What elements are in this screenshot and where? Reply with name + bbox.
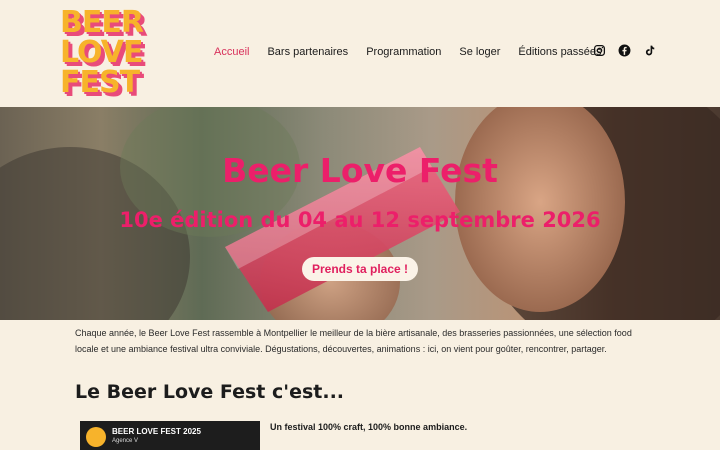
nav-item-accueil[interactable]: Accueil — [214, 46, 249, 58]
facebook-icon[interactable] — [618, 44, 631, 57]
video-title: BEER LOVE FEST 2025 — [112, 427, 201, 436]
instagram-icon[interactable] — [593, 44, 606, 57]
logo-line-2: LOVE — [60, 35, 143, 70]
video-embed[interactable]: BEER LOVE FEST 2025 Agence V — [80, 421, 260, 450]
nav-item-bars-partenaires[interactable]: Bars partenaires — [267, 46, 348, 58]
nav-item-editions-passees[interactable]: Éditions passées — [518, 46, 601, 58]
site-logo[interactable]: BEER LOVE FEST — [60, 8, 152, 100]
social-links — [593, 44, 656, 57]
tiktok-icon[interactable] — [643, 44, 656, 57]
logo-line-1: BEER — [60, 5, 144, 40]
video-channel: Agence V — [112, 438, 139, 444]
main-nav: Accueil Bars partenaires Programmation S… — [214, 46, 620, 58]
intro-paragraph: Chaque année, le Beer Love Fest rassembl… — [75, 328, 632, 354]
site-header: BEER LOVE FEST Accueil Bars partenaires … — [0, 0, 720, 107]
hero-subtitle: 10e édition du 04 au 12 septembre 2026 — [119, 208, 601, 232]
section-title: Le Beer Love Fest c'est... — [75, 381, 345, 403]
book-ticket-button[interactable]: Prends ta place ! — [302, 257, 418, 281]
hero-banner: Beer Love Fest 10e édition du 04 au 12 s… — [0, 107, 720, 320]
hero-title: Beer Love Fest — [222, 151, 498, 190]
nav-item-se-loger[interactable]: Se loger — [459, 46, 500, 58]
feature-text: Un festival 100% craft, 100% bonne ambia… — [270, 422, 468, 432]
logo-line-3: FEST — [60, 65, 140, 100]
channel-avatar — [86, 427, 106, 447]
nav-item-programmation[interactable]: Programmation — [366, 46, 441, 58]
